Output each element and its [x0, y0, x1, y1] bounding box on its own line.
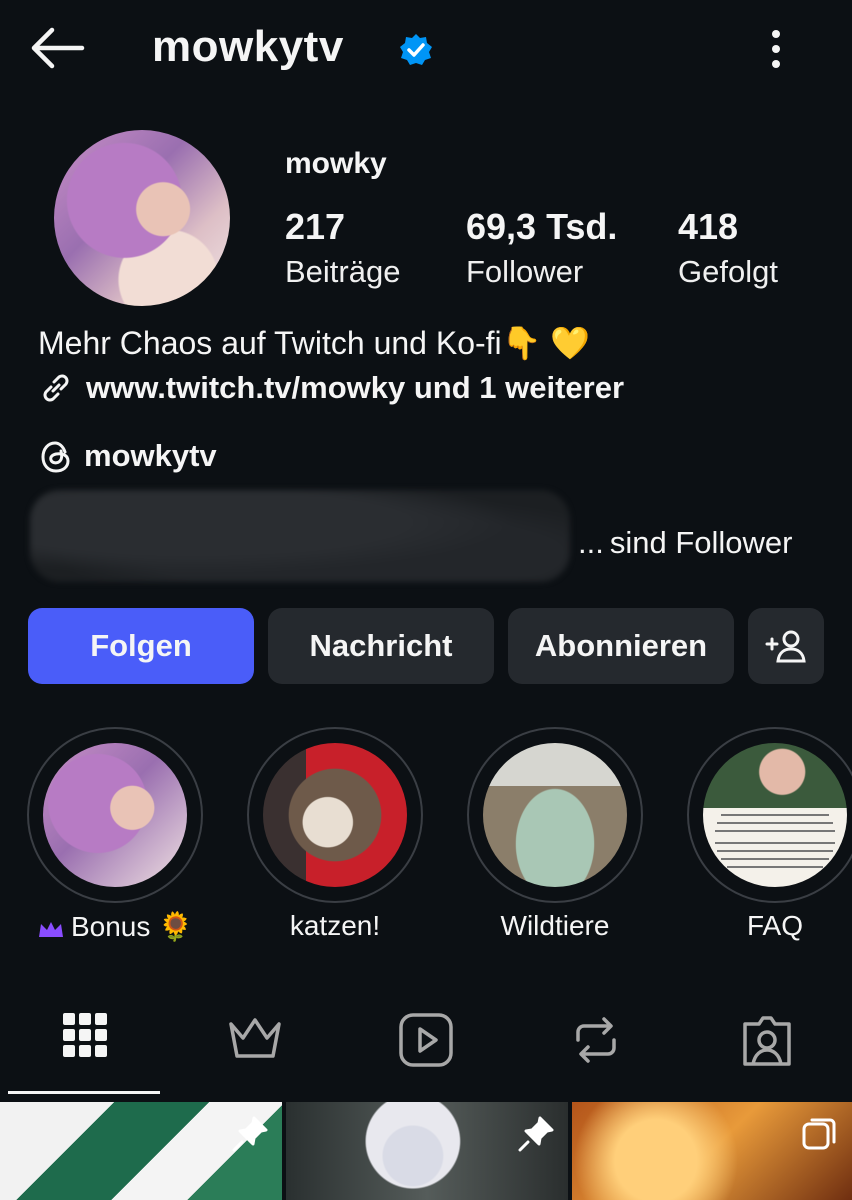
pin-icon [518, 1116, 554, 1152]
threads-handle[interactable]: mowkytv [84, 438, 217, 474]
highlight-label-wildtiere: Wildtiere [500, 910, 610, 941]
carousel-icon [802, 1118, 836, 1150]
tab-subscriptions[interactable] [225, 1010, 285, 1070]
crown-icon [38, 921, 63, 937]
arrow-left-icon [31, 27, 85, 69]
followed-by-text[interactable]: ... sind Follower [578, 525, 792, 561]
profile-name: mowky [285, 147, 387, 180]
tab-tagged[interactable] [737, 1010, 797, 1070]
link-icon [38, 370, 74, 406]
highlight-katzen[interactable] [247, 727, 423, 903]
bio-text: Mehr Chaos auf Twitch und Ko-fi👇 💛 [38, 325, 591, 361]
verified-badge-icon [398, 32, 434, 68]
subscribe-button[interactable]: Abonnieren [508, 608, 734, 684]
redacted-followers [30, 490, 570, 582]
highlight-wildtiere-image [483, 743, 627, 887]
more-options-button[interactable] [760, 26, 792, 72]
back-button[interactable] [28, 24, 86, 72]
highlight-wildtiere[interactable] [467, 727, 643, 903]
highlight-katzen-image [263, 743, 407, 887]
threads-icon [38, 438, 74, 476]
crown-icon [229, 1018, 281, 1058]
highlight-label-text: Bonus 🌻 [70, 911, 194, 942]
highlight-label-bonus: Bonus 🌻 [5, 910, 225, 943]
followers-count[interactable]: 69,3 Tsd. [466, 206, 617, 248]
bio-link[interactable]: www.twitch.tv/mowky und 1 weiterer [86, 370, 624, 406]
tab-grid[interactable] [55, 1010, 115, 1070]
post-tile[interactable] [286, 1102, 568, 1200]
followers-label[interactable]: Follower [466, 254, 583, 290]
highlight-faq-image [703, 743, 847, 887]
message-button[interactable]: Nachricht [268, 608, 494, 684]
followed-by-label: sind Follower [609, 525, 793, 560]
posts-count[interactable]: 217 [285, 206, 345, 248]
reels-icon [399, 1013, 453, 1067]
highlight-bonus-image [43, 743, 187, 887]
pin-icon [232, 1116, 268, 1152]
tagged-icon [743, 1016, 791, 1066]
page-title: mowkytv [152, 22, 344, 71]
highlight-faq[interactable] [687, 727, 852, 903]
post-tile[interactable] [0, 1102, 282, 1200]
more-vertical-icon [772, 30, 780, 68]
followed-by-ellipsis: ... [578, 525, 604, 560]
follow-button[interactable]: Folgen [28, 608, 254, 684]
post-tile[interactable] [572, 1102, 852, 1200]
highlight-label-faq: FAQ [746, 910, 803, 941]
posts-label[interactable]: Beiträge [285, 254, 400, 290]
reposts-icon [576, 1017, 616, 1063]
add-person-button[interactable] [748, 608, 824, 684]
tab-reels[interactable] [396, 1010, 456, 1070]
following-count[interactable]: 418 [678, 206, 738, 248]
highlight-label-katzen: katzen! [289, 910, 381, 941]
grid-icon [63, 1013, 107, 1057]
add-person-icon [765, 630, 806, 663]
highlight-bonus[interactable] [27, 727, 203, 903]
tab-reposts[interactable] [566, 1010, 626, 1070]
avatar[interactable] [54, 130, 230, 306]
active-tab-indicator [8, 1091, 160, 1094]
following-label[interactable]: Gefolgt [678, 254, 778, 290]
